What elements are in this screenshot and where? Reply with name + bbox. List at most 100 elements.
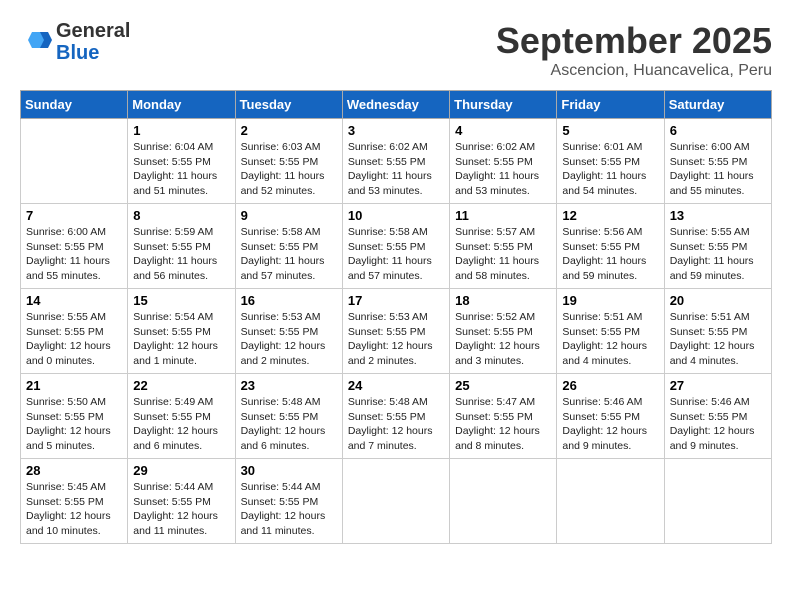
day-number: 5 (562, 123, 658, 138)
day-info: Sunrise: 5:52 AM Sunset: 5:55 PM Dayligh… (455, 310, 551, 369)
calendar-cell (21, 119, 128, 204)
day-number: 30 (241, 463, 337, 478)
day-number: 14 (26, 293, 122, 308)
day-header-thursday: Thursday (450, 91, 557, 119)
day-header-wednesday: Wednesday (342, 91, 449, 119)
month-title: September 2025 (496, 20, 772, 62)
day-info: Sunrise: 5:51 AM Sunset: 5:55 PM Dayligh… (670, 310, 766, 369)
calendar-cell: 19 Sunrise: 5:51 AM Sunset: 5:55 PM Dayli… (557, 289, 664, 374)
day-info: Sunrise: 5:44 AM Sunset: 5:55 PM Dayligh… (241, 480, 337, 539)
logo-icon (20, 26, 52, 58)
calendar-cell: 1 Sunrise: 6:04 AM Sunset: 5:55 PM Daylig… (128, 119, 235, 204)
calendar-cell: 28 Sunrise: 5:45 AM Sunset: 5:55 PM Dayli… (21, 459, 128, 544)
logo-general: General (56, 20, 130, 42)
day-info: Sunrise: 6:01 AM Sunset: 5:55 PM Dayligh… (562, 140, 658, 199)
day-info: Sunrise: 6:02 AM Sunset: 5:55 PM Dayligh… (348, 140, 444, 199)
day-number: 13 (670, 208, 766, 223)
calendar-cell: 25 Sunrise: 5:47 AM Sunset: 5:55 PM Dayli… (450, 374, 557, 459)
calendar-cell: 21 Sunrise: 5:50 AM Sunset: 5:55 PM Dayli… (21, 374, 128, 459)
day-header-row: SundayMondayTuesdayWednesdayThursdayFrid… (21, 91, 772, 119)
day-number: 18 (455, 293, 551, 308)
day-info: Sunrise: 5:59 AM Sunset: 5:55 PM Dayligh… (133, 225, 229, 284)
day-info: Sunrise: 5:50 AM Sunset: 5:55 PM Dayligh… (26, 395, 122, 454)
day-number: 27 (670, 378, 766, 393)
day-info: Sunrise: 5:46 AM Sunset: 5:55 PM Dayligh… (562, 395, 658, 454)
week-row-4: 21 Sunrise: 5:50 AM Sunset: 5:55 PM Dayli… (21, 374, 772, 459)
day-info: Sunrise: 6:00 AM Sunset: 5:55 PM Dayligh… (670, 140, 766, 199)
calendar-cell: 24 Sunrise: 5:48 AM Sunset: 5:55 PM Dayli… (342, 374, 449, 459)
day-info: Sunrise: 6:04 AM Sunset: 5:55 PM Dayligh… (133, 140, 229, 199)
day-info: Sunrise: 5:48 AM Sunset: 5:55 PM Dayligh… (348, 395, 444, 454)
calendar-cell: 23 Sunrise: 5:48 AM Sunset: 5:55 PM Dayli… (235, 374, 342, 459)
subtitle: Ascencion, Huancavelica, Peru (496, 62, 772, 80)
day-number: 24 (348, 378, 444, 393)
day-number: 23 (241, 378, 337, 393)
calendar-cell: 15Sunrise: 5:54 AM Sunset: 5:55 PM Dayli… (128, 289, 235, 374)
calendar-cell: 16 Sunrise: 5:53 AM Sunset: 5:55 PM Dayli… (235, 289, 342, 374)
day-number: 4 (455, 123, 551, 138)
day-number: 25 (455, 378, 551, 393)
calendar-table: SundayMondayTuesdayWednesdayThursdayFrid… (20, 90, 772, 544)
day-info: Sunrise: 5:56 AM Sunset: 5:55 PM Dayligh… (562, 225, 658, 284)
day-number: 6 (670, 123, 766, 138)
day-info: Sunrise: 5:47 AM Sunset: 5:55 PM Dayligh… (455, 395, 551, 454)
day-header-friday: Friday (557, 91, 664, 119)
day-number: 29 (133, 463, 229, 478)
day-number: 26 (562, 378, 658, 393)
day-info: Sunrise: 5:51 AM Sunset: 5:55 PM Dayligh… (562, 310, 658, 369)
day-info: Sunrise: 5:48 AM Sunset: 5:55 PM Dayligh… (241, 395, 337, 454)
day-info: Sunrise: 6:03 AM Sunset: 5:55 PM Dayligh… (241, 140, 337, 199)
day-info: Sunrise: 5:53 AM Sunset: 5:55 PM Dayligh… (348, 310, 444, 369)
day-info: Sunrise: 5:46 AM Sunset: 5:55 PM Dayligh… (670, 395, 766, 454)
day-info: Sunrise: 5:58 AM Sunset: 5:55 PM Dayligh… (348, 225, 444, 284)
day-number: 15 (133, 293, 229, 308)
day-number: 11 (455, 208, 551, 223)
day-number: 16 (241, 293, 337, 308)
day-number: 2 (241, 123, 337, 138)
header: General Blue September 2025 Ascencion, H… (20, 20, 772, 80)
day-number: 12 (562, 208, 658, 223)
day-number: 19 (562, 293, 658, 308)
calendar-cell (450, 459, 557, 544)
day-number: 3 (348, 123, 444, 138)
title-area: September 2025 Ascencion, Huancavelica, … (496, 20, 772, 80)
day-info: Sunrise: 5:57 AM Sunset: 5:55 PM Dayligh… (455, 225, 551, 284)
day-number: 8 (133, 208, 229, 223)
calendar-cell: 10 Sunrise: 5:58 AM Sunset: 5:55 PM Dayli… (342, 204, 449, 289)
calendar-cell: 8 Sunrise: 5:59 AM Sunset: 5:55 PM Daylig… (128, 204, 235, 289)
calendar-cell: 11 Sunrise: 5:57 AM Sunset: 5:55 PM Dayli… (450, 204, 557, 289)
week-row-5: 28 Sunrise: 5:45 AM Sunset: 5:55 PM Dayli… (21, 459, 772, 544)
day-number: 1 (133, 123, 229, 138)
logo-text: General Blue (56, 20, 130, 64)
day-info: Sunrise: 5:45 AM Sunset: 5:55 PM Dayligh… (26, 480, 122, 539)
day-number: 28 (26, 463, 122, 478)
calendar-cell: 22Sunrise: 5:49 AM Sunset: 5:55 PM Dayli… (128, 374, 235, 459)
calendar-cell: 17 Sunrise: 5:53 AM Sunset: 5:55 PM Dayli… (342, 289, 449, 374)
calendar-cell: 30 Sunrise: 5:44 AM Sunset: 5:55 PM Dayli… (235, 459, 342, 544)
week-row-1: 1 Sunrise: 6:04 AM Sunset: 5:55 PM Daylig… (21, 119, 772, 204)
calendar-cell: 5 Sunrise: 6:01 AM Sunset: 5:55 PM Daylig… (557, 119, 664, 204)
day-header-saturday: Saturday (664, 91, 771, 119)
day-info: Sunrise: 5:53 AM Sunset: 5:55 PM Dayligh… (241, 310, 337, 369)
day-number: 10 (348, 208, 444, 223)
calendar-cell: 6 Sunrise: 6:00 AM Sunset: 5:55 PM Daylig… (664, 119, 771, 204)
day-number: 9 (241, 208, 337, 223)
calendar-cell: 27 Sunrise: 5:46 AM Sunset: 5:55 PM Dayli… (664, 374, 771, 459)
day-info: Sunrise: 5:58 AM Sunset: 5:55 PM Dayligh… (241, 225, 337, 284)
logo-blue: Blue (56, 42, 130, 64)
calendar-cell: 13Sunrise: 5:55 AM Sunset: 5:55 PM Dayli… (664, 204, 771, 289)
calendar-cell: 20 Sunrise: 5:51 AM Sunset: 5:55 PM Dayli… (664, 289, 771, 374)
calendar-cell: 26 Sunrise: 5:46 AM Sunset: 5:55 PM Dayli… (557, 374, 664, 459)
day-header-tuesday: Tuesday (235, 91, 342, 119)
calendar-cell: 14 Sunrise: 5:55 AM Sunset: 5:55 PM Dayli… (21, 289, 128, 374)
day-number: 17 (348, 293, 444, 308)
calendar-cell: 29Sunrise: 5:44 AM Sunset: 5:55 PM Dayli… (128, 459, 235, 544)
calendar-cell: 2 Sunrise: 6:03 AM Sunset: 5:55 PM Daylig… (235, 119, 342, 204)
day-info: Sunrise: 5:55 AM Sunset: 5:55 PM Dayligh… (26, 310, 122, 369)
calendar-cell: 9 Sunrise: 5:58 AM Sunset: 5:55 PM Daylig… (235, 204, 342, 289)
day-number: 7 (26, 208, 122, 223)
calendar-cell: 7Sunrise: 6:00 AM Sunset: 5:55 PM Daylig… (21, 204, 128, 289)
day-number: 21 (26, 378, 122, 393)
day-number: 20 (670, 293, 766, 308)
day-info: Sunrise: 6:02 AM Sunset: 5:55 PM Dayligh… (455, 140, 551, 199)
